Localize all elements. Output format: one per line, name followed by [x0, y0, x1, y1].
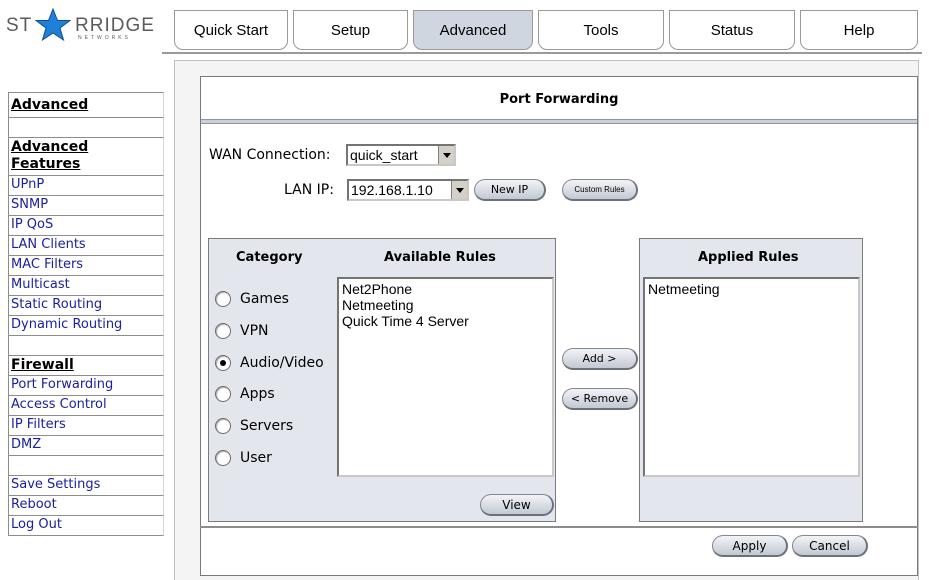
sidebar-item-dmz[interactable]: DMZ — [8, 436, 164, 456]
available-rules-header: Available Rules — [384, 250, 496, 265]
brand-tagline: NETWORKS — [78, 35, 131, 41]
tab-quick-start[interactable]: Quick Start — [174, 10, 288, 50]
remove-button[interactable]: < Remove — [562, 388, 638, 410]
wan-connection-value: quick_start — [350, 147, 418, 163]
category-label: Servers — [240, 418, 294, 434]
sidebar: Advanced Advanced Features UPnP SNMP IP … — [8, 92, 164, 536]
category-label: Audio/Video — [240, 355, 324, 371]
bottom-divider — [200, 526, 918, 528]
sidebar-item-mac-filters[interactable]: MAC Filters — [8, 256, 164, 276]
list-item[interactable]: Netmeeting — [648, 281, 855, 297]
sidebar-item-ip-qos[interactable]: IP QoS — [8, 216, 164, 236]
radio-games[interactable] — [215, 291, 231, 307]
sidebar-spacer — [8, 456, 164, 476]
category-user[interactable]: User — [215, 447, 272, 469]
tab-tools[interactable]: Tools — [538, 10, 664, 50]
wan-connection-label: WAN Connection: — [209, 147, 331, 163]
brand-name-right: RRIDGE — [75, 15, 155, 36]
radio-user[interactable] — [215, 450, 231, 466]
cancel-button[interactable]: Cancel — [792, 535, 868, 557]
category-header: Category — [236, 250, 303, 265]
tab-setup[interactable]: Setup — [293, 10, 408, 50]
applied-rules-list[interactable]: Netmeeting — [643, 277, 860, 477]
sidebar-item-lan-clients[interactable]: LAN Clients — [8, 236, 164, 256]
available-rules-list[interactable]: Net2Phone Netmeeting Quick Time 4 Server — [337, 277, 554, 477]
sidebar-item-snmp[interactable]: SNMP — [8, 196, 164, 216]
title-divider — [201, 119, 917, 124]
category-games[interactable]: Games — [215, 288, 289, 310]
sidebar-heading-line1: Advanced — [11, 139, 89, 155]
category-label: Apps — [240, 386, 275, 402]
tabs-divider — [162, 52, 922, 54]
chevron-down-icon — [438, 146, 454, 164]
list-item[interactable]: Netmeeting — [342, 297, 549, 313]
view-button[interactable]: View — [480, 494, 554, 516]
sidebar-item-save-settings[interactable]: Save Settings — [8, 476, 164, 496]
new-ip-button[interactable]: New IP — [474, 179, 546, 201]
radio-audio-video[interactable] — [215, 355, 231, 371]
list-item[interactable]: Net2Phone — [342, 281, 549, 297]
sidebar-item-log-out[interactable]: Log Out — [8, 516, 164, 536]
main-nav-tabs: Quick Start Setup Advanced Tools Status … — [172, 10, 920, 54]
applied-rules-header: Applied Rules — [698, 250, 799, 265]
sidebar-heading-line2: Features — [11, 156, 81, 172]
sidebar-heading-firewall[interactable]: Firewall — [8, 356, 164, 376]
sidebar-item-multicast[interactable]: Multicast — [8, 276, 164, 296]
sidebar-item-static-routing[interactable]: Static Routing — [8, 296, 164, 316]
sidebar-item-upnp[interactable]: UPnP — [8, 176, 164, 196]
tab-advanced[interactable]: Advanced — [413, 10, 533, 50]
sidebar-spacer — [8, 118, 164, 138]
category-audio-video[interactable]: Audio/Video — [215, 352, 324, 374]
radio-apps[interactable] — [215, 386, 231, 402]
radio-vpn[interactable] — [215, 323, 231, 339]
chevron-down-icon — [451, 181, 467, 199]
brand-logo: ST RRIDGE NETWORKS — [2, 8, 172, 42]
category-label: VPN — [240, 323, 269, 339]
radio-servers[interactable] — [215, 418, 231, 434]
add-button[interactable]: Add > — [562, 348, 638, 370]
sidebar-item-ip-filters[interactable]: IP Filters — [8, 416, 164, 436]
sidebar-item-dynamic-routing[interactable]: Dynamic Routing — [8, 316, 164, 336]
sidebar-spacer — [8, 336, 164, 356]
category-apps[interactable]: Apps — [215, 383, 275, 405]
sidebar-heading-advanced[interactable]: Advanced — [8, 92, 164, 118]
list-item[interactable]: Quick Time 4 Server — [342, 313, 549, 329]
star-icon — [35, 8, 71, 42]
category-label: Games — [240, 291, 289, 307]
category-vpn[interactable]: VPN — [215, 320, 269, 342]
tab-help[interactable]: Help — [800, 10, 918, 50]
sidebar-item-port-forwarding[interactable]: Port Forwarding — [8, 376, 164, 396]
custom-rules-button[interactable]: Custom Rules — [562, 179, 638, 201]
lan-ip-label: LAN IP: — [284, 182, 334, 198]
sidebar-item-access-control[interactable]: Access Control — [8, 396, 164, 416]
sidebar-item-reboot[interactable]: Reboot — [8, 496, 164, 516]
category-label: User — [240, 450, 272, 466]
page-title: Port Forwarding — [499, 91, 619, 107]
apply-button[interactable]: Apply — [712, 535, 788, 557]
wan-connection-select[interactable]: quick_start — [346, 144, 456, 166]
brand-name-left: ST — [6, 15, 33, 36]
lan-ip-value: 192.168.1.10 — [351, 182, 433, 198]
tab-status[interactable]: Status — [669, 10, 795, 50]
category-servers[interactable]: Servers — [215, 415, 293, 437]
lan-ip-select[interactable]: 192.168.1.10 — [347, 179, 469, 201]
sidebar-heading-advanced-features[interactable]: Advanced Features — [8, 138, 164, 176]
